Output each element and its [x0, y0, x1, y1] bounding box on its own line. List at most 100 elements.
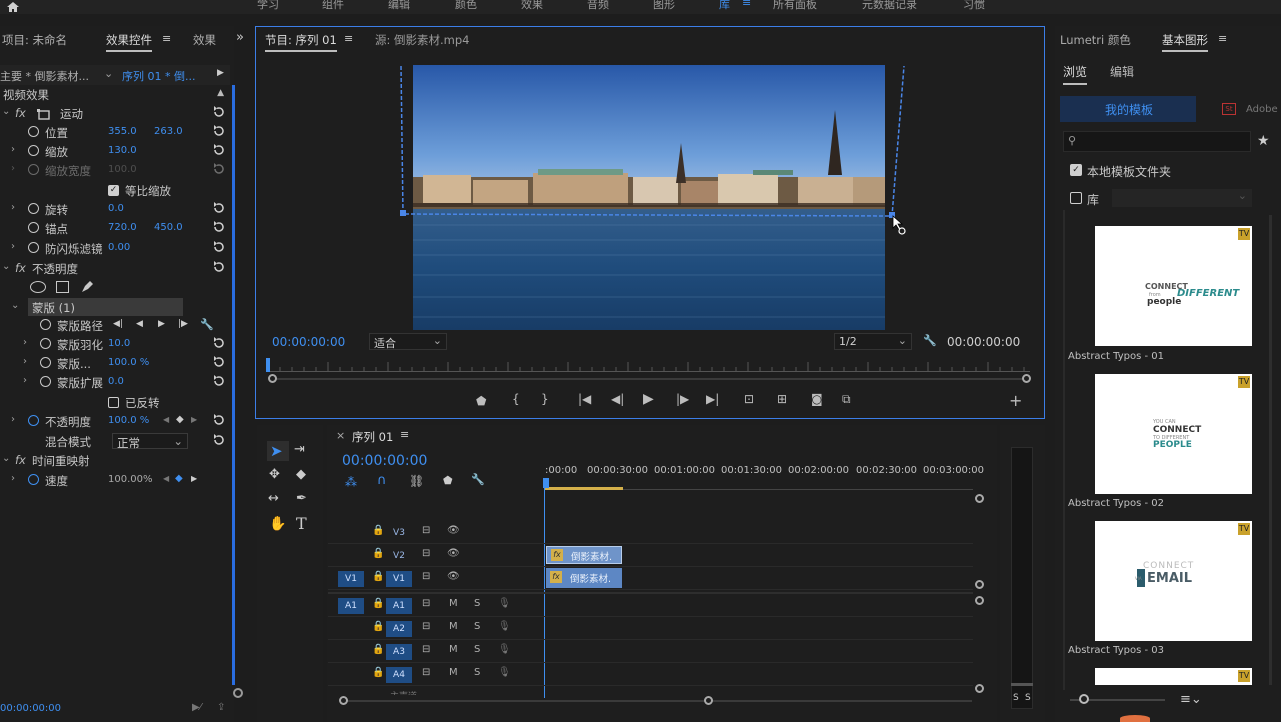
- expand-chevron-icon[interactable]: ›: [11, 473, 15, 484]
- hand-tool-icon[interactable]: ✋: [269, 516, 286, 532]
- fx-icon[interactable]: fx: [15, 261, 26, 275]
- stopwatch-icon[interactable]: [28, 126, 39, 137]
- panel-menu-icon[interactable]: ≡: [1218, 32, 1227, 45]
- wrench-icon[interactable]: 🔧: [200, 318, 214, 331]
- position-x-value[interactable]: 355.0: [108, 126, 137, 137]
- anchor-x-value[interactable]: 720.0: [108, 222, 137, 233]
- collapse-chevron-icon[interactable]: ⌄: [2, 261, 10, 272]
- workspace-tab-active[interactable]: 库: [719, 0, 730, 12]
- sync-lock-icon[interactable]: ⊟: [422, 525, 430, 536]
- stopwatch-icon[interactable]: [28, 145, 39, 156]
- export-frame-icon[interactable]: ⇪: [217, 702, 225, 713]
- reset-icon[interactable]: [212, 240, 226, 254]
- timeline-settings-wrench-icon[interactable]: 🔧: [471, 473, 485, 486]
- keyframe-icon[interactable]: ◆: [176, 414, 184, 425]
- razor-tool-icon[interactable]: ◆: [296, 467, 306, 482]
- sync-lock-icon[interactable]: ⊟: [422, 644, 430, 655]
- sequence-clip-label[interactable]: 序列 01 * 倒...: [122, 68, 195, 84]
- mute-button[interactable]: M: [449, 621, 458, 632]
- motion-effect-row[interactable]: ⌄ fx 运动: [0, 104, 234, 123]
- sync-lock-icon[interactable]: ⊟: [422, 571, 430, 582]
- ripple-edit-tool-icon[interactable]: ✥: [269, 467, 280, 482]
- stopwatch-icon[interactable]: [28, 222, 39, 233]
- anti-flicker-value[interactable]: 0.00: [108, 242, 130, 253]
- sync-lock-icon[interactable]: ⊟: [422, 621, 430, 632]
- overflow-chevron-icon[interactable]: »: [236, 30, 244, 45]
- track-label[interactable]: A1: [386, 598, 412, 614]
- reset-icon[interactable]: [212, 201, 226, 215]
- list-view-menu-icon[interactable]: ≡⌄: [1180, 692, 1202, 707]
- reset-icon[interactable]: [212, 355, 226, 369]
- time-ruler[interactable]: [267, 362, 1030, 372]
- tab-sequence[interactable]: 序列 01: [352, 429, 393, 445]
- effect-controls-timecode[interactable]: 00:00:00:00: [0, 703, 61, 714]
- eye-icon[interactable]: 👁: [447, 548, 460, 559]
- rectangle-mask-icon[interactable]: [56, 281, 69, 293]
- opacity-value[interactable]: 100.0 %: [108, 415, 149, 426]
- selection-tool-icon[interactable]: ➤: [270, 442, 283, 460]
- stopwatch-icon[interactable]: [28, 203, 39, 214]
- lock-icon[interactable]: 🔒: [372, 571, 384, 582]
- mask-feather-value[interactable]: 10.0: [108, 338, 130, 349]
- reset-icon[interactable]: [212, 413, 226, 427]
- track-label[interactable]: A4: [386, 667, 412, 683]
- tab-lumetri[interactable]: Lumetri 颜色: [1060, 32, 1131, 48]
- stopwatch-icon[interactable]: [28, 164, 39, 175]
- step-back-icon[interactable]: ◀|: [611, 392, 624, 406]
- close-tab-icon[interactable]: ×: [336, 429, 345, 442]
- reset-icon[interactable]: [212, 433, 226, 447]
- reset-icon[interactable]: [212, 260, 226, 274]
- reset-icon[interactable]: [212, 220, 226, 234]
- panel-menu-icon[interactable]: ≡: [344, 32, 353, 45]
- workspace-menu-icon[interactable]: ≡: [742, 0, 751, 9]
- track-label[interactable]: A2: [386, 621, 412, 637]
- next-keyframe-icon[interactable]: ▶: [191, 474, 197, 483]
- solo-button[interactable]: S: [474, 667, 480, 678]
- track-label[interactable]: V3: [386, 525, 412, 541]
- button-editor-plus-icon[interactable]: +: [1009, 391, 1022, 410]
- vscroll-handle[interactable]: [975, 580, 984, 589]
- zoom-fit-select[interactable]: 适合 ⌄: [369, 333, 447, 350]
- reset-icon[interactable]: [212, 374, 226, 388]
- workspace-tab[interactable]: 图形: [653, 0, 675, 12]
- zoom-scrollbar[interactable]: [272, 378, 1028, 380]
- time-remap-row[interactable]: ⌄ fx 时间重映射: [0, 451, 234, 470]
- overwrite-icon[interactable]: ⊞: [777, 392, 787, 406]
- tab-effect-controls[interactable]: 效果控件: [106, 32, 152, 52]
- source-patch-a1[interactable]: A1: [338, 598, 364, 614]
- expand-chevron-icon[interactable]: ›: [11, 202, 15, 213]
- step-forward-icon[interactable]: |▶: [676, 392, 689, 406]
- export-frame-camera-icon[interactable]: ◙: [811, 392, 823, 406]
- adobe-stock-icon[interactable]: St: [1222, 103, 1236, 115]
- inverted-checkbox[interactable]: [108, 397, 119, 408]
- keyframe-icon[interactable]: ◆: [175, 473, 183, 484]
- expand-chevron-icon[interactable]: ›: [11, 163, 15, 174]
- lock-icon[interactable]: 🔒: [372, 621, 384, 632]
- local-folder-checkbox[interactable]: ✓: [1070, 164, 1082, 176]
- workspace-tab[interactable]: 习惯: [963, 0, 985, 12]
- vscroll-handle[interactable]: [975, 596, 984, 605]
- linked-selection-icon[interactable]: ⛓: [409, 474, 424, 488]
- stopwatch-icon[interactable]: [40, 319, 51, 330]
- play-only-audio-icon[interactable]: ▶⁄: [192, 702, 201, 713]
- expand-chevron-icon[interactable]: ›: [11, 144, 15, 155]
- library-checkbox[interactable]: [1070, 192, 1082, 204]
- program-timecode-left[interactable]: 00:00:00:00: [272, 335, 345, 349]
- meter-solo-left[interactable]: S: [1013, 693, 1019, 703]
- anchor-y-value[interactable]: 450.0: [154, 222, 183, 233]
- expand-chevron-icon[interactable]: ›: [23, 337, 27, 348]
- reset-icon[interactable]: [212, 143, 226, 157]
- fx-icon[interactable]: fx: [15, 106, 26, 120]
- pen-tool-icon[interactable]: ✒: [296, 491, 307, 506]
- workspace-tab[interactable]: 音频: [587, 0, 609, 12]
- track-forward-icon[interactable]: |▶: [178, 319, 188, 329]
- master-clip-label[interactable]: 主要 * 倒影素材...: [0, 68, 89, 84]
- fx-icon[interactable]: fx: [15, 453, 26, 467]
- right-scrollbar[interactable]: [1269, 215, 1272, 685]
- lock-icon[interactable]: 🔒: [372, 525, 384, 536]
- play-triangle-icon[interactable]: ▶: [217, 68, 224, 78]
- sync-lock-icon[interactable]: ⊟: [422, 598, 430, 609]
- adobe-stock-tab[interactable]: Adobe: [1246, 104, 1281, 115]
- workspace-tab[interactable]: 学习: [257, 0, 279, 12]
- reset-icon[interactable]: [212, 124, 226, 138]
